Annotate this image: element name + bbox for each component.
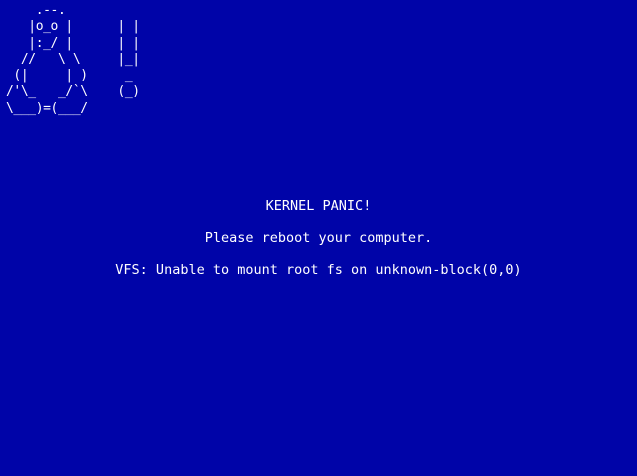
vfs-error-message: VFS: Unable to mount root fs on unknown-… xyxy=(115,262,522,278)
reboot-instruction: Please reboot your computer. xyxy=(204,230,433,246)
kernel-panic-screen: .--. |o_o | | | |:_/ | | | // \ \ |_| (|… xyxy=(0,0,637,476)
tux-penguin-ascii-art: .--. |o_o | | | |:_/ | | | // \ \ |_| (|… xyxy=(6,3,140,116)
panic-title: KERNEL PANIC! xyxy=(265,198,372,214)
